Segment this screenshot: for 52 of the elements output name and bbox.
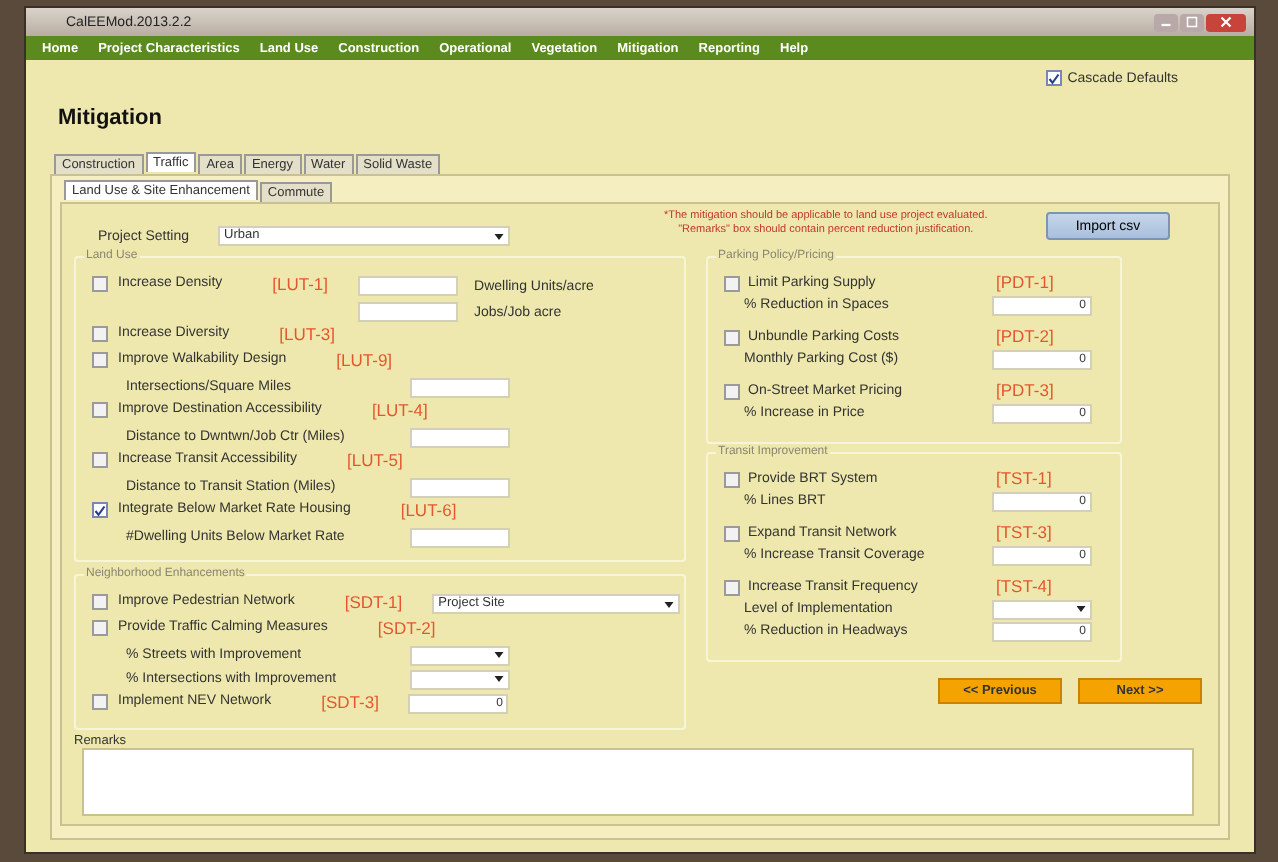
text-field[interactable] bbox=[358, 302, 459, 322]
minimize-button[interactable] bbox=[1154, 13, 1178, 31]
caret-icon bbox=[494, 652, 504, 658]
text-field[interactable] bbox=[358, 276, 459, 296]
checkbox[interactable] bbox=[724, 471, 740, 487]
caret-icon bbox=[1076, 606, 1086, 612]
text-field[interactable] bbox=[410, 427, 510, 447]
caret-icon bbox=[494, 676, 504, 682]
measure-code: [PDT-2] bbox=[996, 328, 1056, 346]
measure-code: [LUT-1] bbox=[272, 276, 329, 294]
maximize-button[interactable] bbox=[1180, 13, 1204, 31]
checkbox[interactable] bbox=[92, 352, 108, 368]
checkbox[interactable] bbox=[92, 594, 108, 610]
checkbox[interactable] bbox=[92, 276, 108, 292]
dropdown[interactable] bbox=[410, 669, 510, 689]
measure-code: [PDT-1] bbox=[996, 274, 1056, 292]
text-field[interactable] bbox=[410, 527, 510, 547]
caret-icon bbox=[494, 233, 504, 239]
page-heading: Mitigation bbox=[58, 106, 164, 130]
checkbox[interactable] bbox=[92, 694, 108, 710]
measure-code: [SDT-2] bbox=[377, 620, 436, 638]
checkbox[interactable] bbox=[724, 383, 740, 399]
text-field[interactable] bbox=[410, 477, 510, 497]
checkbox[interactable] bbox=[724, 525, 740, 541]
dropdown[interactable] bbox=[992, 599, 1092, 619]
checkbox[interactable] bbox=[92, 326, 108, 342]
checkbox[interactable] bbox=[1045, 70, 1062, 86]
checkbox[interactable] bbox=[724, 329, 740, 345]
measure-code: [SDT-1] bbox=[344, 594, 403, 612]
measure-code: [SDT-3] bbox=[321, 694, 379, 712]
maximize-icon bbox=[1186, 16, 1198, 28]
dropdown[interactable] bbox=[410, 645, 510, 665]
checkbox[interactable] bbox=[92, 402, 108, 418]
checkbox[interactable] bbox=[92, 620, 108, 636]
text-field[interactable] bbox=[410, 377, 510, 397]
measure-code: [LUT-4] bbox=[371, 402, 428, 420]
checkbox[interactable] bbox=[92, 452, 108, 468]
close-icon bbox=[1220, 16, 1232, 28]
measure-code: [LUT-9] bbox=[336, 352, 393, 370]
measure-code: [LUT-6] bbox=[400, 502, 457, 520]
checkbox[interactable] bbox=[92, 502, 108, 518]
caret-icon bbox=[664, 601, 675, 607]
measure-code: [TST-4] bbox=[996, 578, 1054, 596]
measure-code: [LUT-5] bbox=[346, 452, 403, 470]
checkbox[interactable] bbox=[724, 275, 740, 291]
measure-code: [LUT-3] bbox=[279, 326, 336, 344]
measure-code: [TST-1] bbox=[996, 470, 1054, 488]
measure-code: [PDT-3] bbox=[996, 382, 1056, 400]
remarks-field[interactable] bbox=[82, 748, 1194, 816]
measure-code: [TST-3] bbox=[996, 524, 1054, 542]
close-button[interactable] bbox=[1206, 13, 1246, 31]
checkbox[interactable] bbox=[724, 579, 740, 595]
